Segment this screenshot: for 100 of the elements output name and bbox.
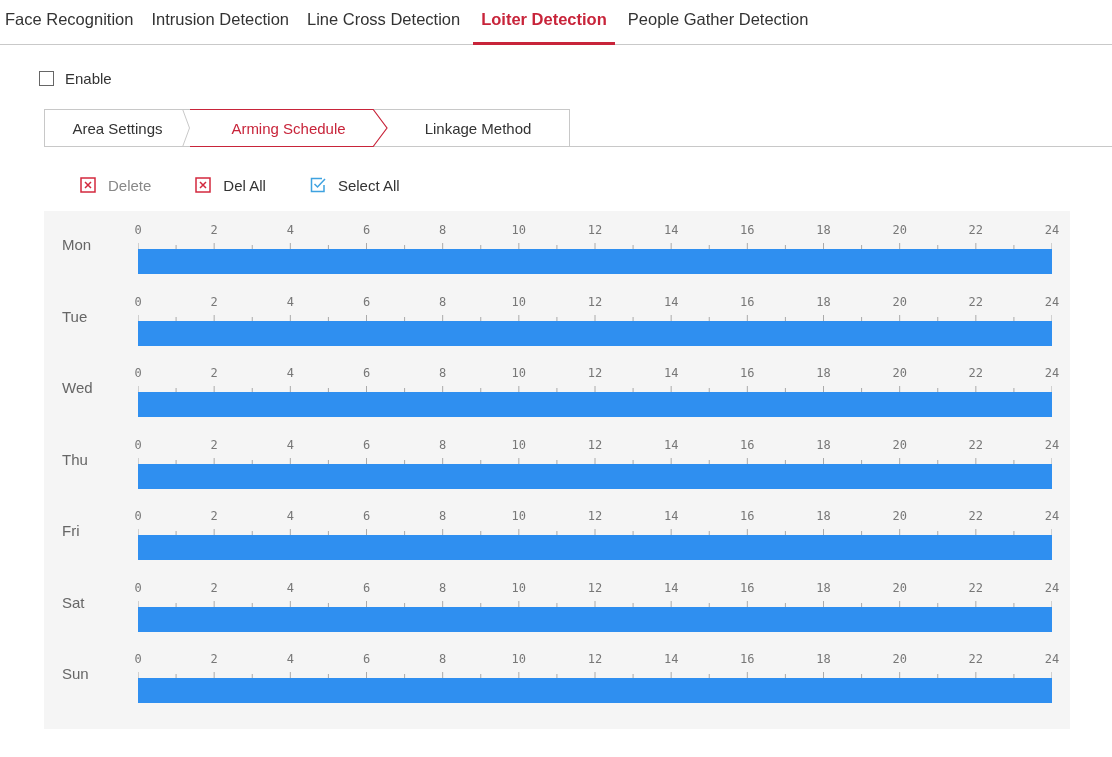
hour-label: 2 [210, 509, 218, 523]
hour-label: 2 [210, 580, 218, 595]
detection-tab[interactable]: Intrusion Detection [146, 0, 294, 45]
hour-label: 4 [286, 580, 294, 595]
hour-label: 22 [968, 366, 984, 380]
hour-label: 20 [892, 509, 907, 523]
enable-label: Enable [65, 69, 112, 87]
detection-tab[interactable]: Line Cross Detection [302, 0, 466, 45]
hour-label: 8 [439, 294, 447, 309]
hour-label: 8 [439, 652, 447, 666]
hour-label: 6 [362, 366, 371, 380]
hour-label: 14 [663, 580, 679, 595]
hour-label: 10 [511, 652, 527, 666]
hour-label: 2 [210, 437, 218, 452]
hour-label: 10 [511, 437, 527, 452]
hour-label: 10 [511, 580, 527, 595]
step-tab[interactable]: Area Settings [44, 109, 190, 146]
hour-label: 6 [362, 580, 371, 595]
hour-label: 18 [816, 223, 831, 237]
hour-label: 18 [816, 294, 831, 309]
hour-label: 24 [1044, 437, 1060, 452]
hour-label: 4 [286, 437, 294, 452]
hour-label: 2 [210, 652, 218, 666]
hour-label: 14 [663, 437, 679, 452]
detection-tab[interactable]: People Gather Detection [622, 0, 814, 45]
hour-label: 0 [134, 580, 142, 595]
delete-button[interactable]: Del All [195, 176, 266, 194]
hour-label: 18 [816, 437, 831, 452]
hour-label: 22 [968, 437, 984, 452]
schedule-bar[interactable] [138, 606, 1052, 632]
hour-label: 8 [439, 509, 447, 523]
enable-checkbox[interactable] [39, 70, 54, 86]
hour-label: 4 [286, 509, 294, 523]
hour-label: 6 [362, 437, 371, 452]
hour-label: 24 [1044, 509, 1060, 523]
hour-label: 0 [134, 509, 142, 523]
hour-label: 14 [663, 509, 679, 523]
hour-label: 16 [740, 437, 755, 452]
hour-label: 12 [587, 580, 603, 595]
hour-label: 18 [816, 652, 831, 666]
hour-label: 6 [362, 509, 371, 523]
hour-label: 12 [587, 294, 603, 309]
hour-label: 16 [740, 509, 755, 523]
hour-label: 22 [968, 580, 984, 595]
hour-label: 12 [587, 509, 603, 523]
hour-label: 0 [134, 223, 142, 237]
hour-label: 12 [587, 437, 603, 452]
hour-label: 2 [210, 223, 218, 237]
hour-label: 4 [286, 366, 294, 380]
checkbox-icon [309, 177, 326, 193]
hour-label: 16 [740, 652, 755, 666]
hour-label: 0 [134, 294, 142, 309]
hour-label: 4 [286, 652, 294, 666]
hour-label: 22 [968, 294, 984, 309]
hour-label: 24 [1044, 223, 1060, 237]
hour-label: 20 [892, 223, 907, 237]
step-tab[interactable]: Arming Schedule [190, 109, 387, 146]
hour-label: 22 [968, 509, 984, 523]
schedule-bar[interactable] [138, 320, 1052, 346]
hour-label: 18 [816, 509, 831, 523]
hour-label: 10 [511, 366, 527, 380]
hour-label: 0 [134, 366, 142, 380]
hour-label: 22 [968, 223, 984, 237]
hour-label: 10 [511, 509, 527, 523]
hour-label: 0 [134, 652, 142, 666]
hour-label: 12 [587, 366, 603, 380]
detection-tab[interactable]: Loiter Detection [473, 0, 615, 45]
hour-label: 24 [1044, 294, 1060, 309]
hour-label: 2 [210, 294, 218, 309]
hour-label: 8 [439, 580, 447, 595]
hour-label: 20 [892, 580, 907, 595]
hour-label: 0 [134, 437, 142, 452]
hour-label: 18 [816, 366, 831, 380]
hour-label: 12 [587, 223, 603, 237]
detection-tab[interactable]: Face Recognition [0, 0, 139, 45]
select-all-button[interactable]: Select All [309, 176, 400, 194]
hour-label: 12 [587, 652, 603, 666]
hour-label: 6 [362, 652, 371, 666]
hour-label: 10 [511, 294, 527, 309]
hour-label: 20 [892, 437, 907, 452]
hour-label: 8 [439, 437, 447, 452]
hour-label: 8 [439, 366, 447, 380]
hour-label: 16 [740, 223, 755, 237]
hour-label: 24 [1044, 366, 1060, 380]
hour-label: 14 [663, 652, 679, 666]
hour-label: 4 [286, 223, 294, 237]
hour-label: 16 [740, 294, 755, 309]
hour-label: 6 [362, 294, 371, 309]
hour-label: 6 [362, 223, 371, 237]
hour-label: 22 [968, 652, 984, 666]
hour-label: 20 [892, 294, 907, 309]
delete-icon [80, 177, 96, 193]
schedule-bar[interactable] [138, 463, 1052, 489]
hour-label: 4 [286, 294, 294, 309]
hour-label: 14 [663, 294, 679, 309]
hour-label: 20 [892, 366, 907, 380]
step-tab[interactable]: Linkage Method [387, 109, 570, 146]
hour-label: 8 [439, 223, 447, 237]
hour-label: 24 [1044, 580, 1060, 595]
hour-label: 18 [816, 580, 831, 595]
